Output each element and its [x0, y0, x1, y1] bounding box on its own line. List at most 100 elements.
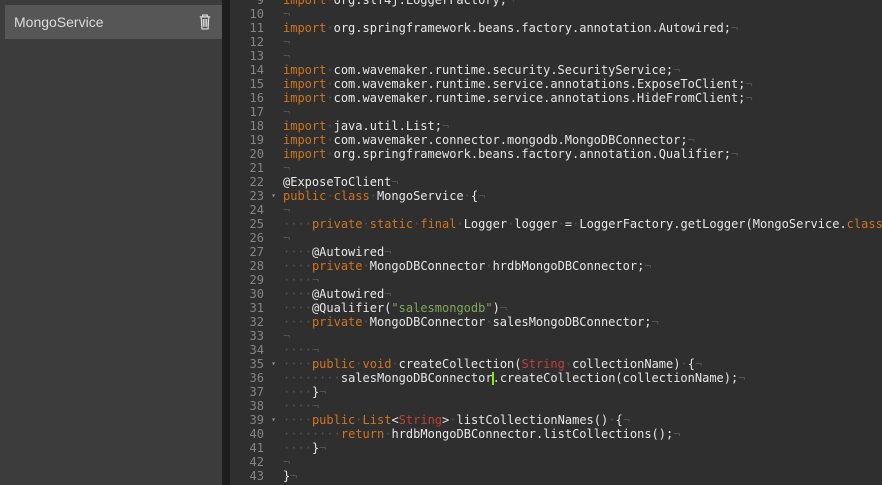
code-line[interactable]: 30····@Autowired¬ [230, 287, 882, 301]
code-line[interactable]: 36 ········salesMongoDBConnector.createCo… [230, 371, 882, 385]
code-line[interactable]: 10¬ [230, 7, 882, 21]
code-text: ¬ [283, 7, 882, 21]
newline-mark: ¬ [644, 259, 651, 273]
code-line[interactable]: 15import·com.wavemaker.runtime.service.a… [230, 77, 882, 91]
code-line[interactable]: 14import·com.wavemaker.runtime.security.… [230, 63, 882, 77]
code-line[interactable]: 31····@Qualifier("salesmongodb")¬ [230, 301, 882, 315]
code-line[interactable]: 43}¬ [230, 469, 882, 483]
line-number: 40 [230, 427, 264, 441]
code-text: import·org.springframework.beans.factory… [283, 147, 882, 161]
newline-mark: ¬ [652, 315, 659, 329]
line-number: 25 [230, 217, 264, 231]
fold-arrow-icon[interactable]: ▾ [264, 413, 283, 427]
fold-gutter-spacer [264, 329, 283, 343]
trash-icon [198, 14, 212, 30]
code-line[interactable]: 23▾public·class·MongoService·{¬ [230, 189, 882, 203]
newline-mark: ¬ [500, 301, 507, 315]
fold-gutter-spacer [264, 77, 283, 91]
code-line[interactable]: 25····private·static·final·Logger·logger… [230, 217, 882, 231]
code-line[interactable]: 37····}¬ [230, 385, 882, 399]
code-line[interactable]: 20import·org.springframework.beans.facto… [230, 147, 882, 161]
fold-gutter-spacer [264, 21, 283, 35]
code-text: ····private·MongoDBConnector·salesMongoD… [283, 315, 882, 329]
line-number: 31 [230, 301, 264, 315]
line-number: 23 [230, 189, 264, 203]
code-line[interactable]: 33 ¬ [230, 329, 882, 343]
splitter-handle[interactable] [222, 0, 230, 485]
line-number: 32 [230, 315, 264, 329]
line-number: 26 [230, 231, 264, 245]
code-line[interactable]: 42 ¬ [230, 455, 882, 469]
code-line[interactable]: 9import·org.slf4j.LoggerFactory;¬ [230, 0, 882, 7]
code-text: import·java.util.List;¬ [283, 119, 882, 133]
code-line[interactable]: 16import·com.wavemaker.runtime.service.a… [230, 91, 882, 105]
code-text: import·org.springframework.beans.factory… [283, 21, 882, 35]
code-line[interactable]: 19import·com.wavemaker.connector.mongodb… [230, 133, 882, 147]
line-number: 36 [230, 371, 264, 385]
code-line[interactable]: 29····¬ [230, 273, 882, 287]
newline-mark: ¬ [673, 427, 680, 441]
code-line[interactable]: 12¬ [230, 35, 882, 49]
line-number: 39 [230, 413, 264, 427]
line-number: 28 [230, 259, 264, 273]
line-number: 35 [230, 357, 264, 371]
newline-mark: ¬ [384, 287, 391, 301]
fold-gutter-spacer [264, 371, 283, 385]
line-number: 33 [230, 329, 264, 343]
fold-arrow-icon[interactable]: ▾ [264, 189, 283, 203]
code-line[interactable]: 35▾····public·void·createCollection(Stri… [230, 357, 882, 371]
fold-arrow-icon[interactable]: ▾ [264, 357, 283, 371]
code-line[interactable]: 34····¬ [230, 343, 882, 357]
delete-service-button[interactable] [196, 12, 214, 32]
code-text: ········salesMongoDBConnector.createColl… [283, 371, 882, 385]
fold-gutter-spacer [264, 301, 283, 315]
code-line[interactable]: 28····private·MongoDBConnector·hrdbMongo… [230, 259, 882, 273]
newline-mark: ¬ [283, 105, 290, 119]
line-number: 22 [230, 175, 264, 189]
fold-gutter-spacer [264, 203, 283, 217]
code-line[interactable]: 40········return·hrdbMongoDBConnector.li… [230, 427, 882, 441]
code-line[interactable]: 13¬ [230, 49, 882, 63]
code-line[interactable]: 11 import·org.springframework.beans.facto… [230, 21, 882, 35]
newline-mark: ¬ [695, 357, 702, 371]
code-line[interactable]: 41····}¬ [230, 441, 882, 455]
fold-gutter-spacer [264, 245, 283, 259]
newline-mark: ¬ [391, 175, 398, 189]
newline-mark: ¬ [319, 385, 326, 399]
line-number: 42 [230, 455, 264, 469]
fold-gutter-spacer [264, 287, 283, 301]
code-text: ····¬ [283, 399, 882, 413]
newline-mark: ¬ [745, 77, 752, 91]
code-line[interactable]: 24¬ [230, 203, 882, 217]
line-number: 19 [230, 133, 264, 147]
code-text: ····¬ [283, 273, 882, 287]
line-number: 27 [230, 245, 264, 259]
code-editor[interactable]: 9import·org.slf4j.LoggerFactory;¬10¬11 im… [230, 0, 882, 485]
sidebar-item-mongoservice[interactable]: MongoService [5, 5, 222, 39]
newline-mark: ¬ [283, 35, 290, 49]
code-line[interactable]: 22 @ExposeToClient¬ [230, 175, 882, 189]
fold-gutter-spacer [264, 427, 283, 441]
code-line[interactable]: 21¬ [230, 161, 882, 175]
code-line[interactable]: 18import·java.util.List;¬ [230, 119, 882, 133]
code-text: ¬ [283, 329, 882, 343]
newline-mark: ¬ [384, 245, 391, 259]
code-line[interactable]: 38····¬ [230, 399, 882, 413]
newline-mark: ¬ [283, 49, 290, 63]
code-line[interactable]: 32 ····private·MongoDBConnector·salesMong… [230, 315, 882, 329]
code-line[interactable]: 26¬ [230, 231, 882, 245]
code-line[interactable]: 27····@Autowired¬ [230, 245, 882, 259]
fold-gutter-spacer [264, 399, 283, 413]
code-text: }¬ [283, 469, 882, 483]
newline-mark: ¬ [312, 399, 319, 413]
code-line[interactable]: 17¬ [230, 105, 882, 119]
code-text: ····}¬ [283, 441, 882, 455]
fold-gutter-spacer [264, 441, 283, 455]
code-text: @ExposeToClient¬ [283, 175, 882, 189]
line-number: 11 [230, 21, 264, 35]
newline-mark: ¬ [745, 91, 752, 105]
code-line[interactable]: 39▾····public·List<String>·listCollectio… [230, 413, 882, 427]
newline-mark: ¬ [283, 455, 290, 469]
fold-gutter-spacer [264, 35, 283, 49]
fold-gutter-spacer [264, 49, 283, 63]
